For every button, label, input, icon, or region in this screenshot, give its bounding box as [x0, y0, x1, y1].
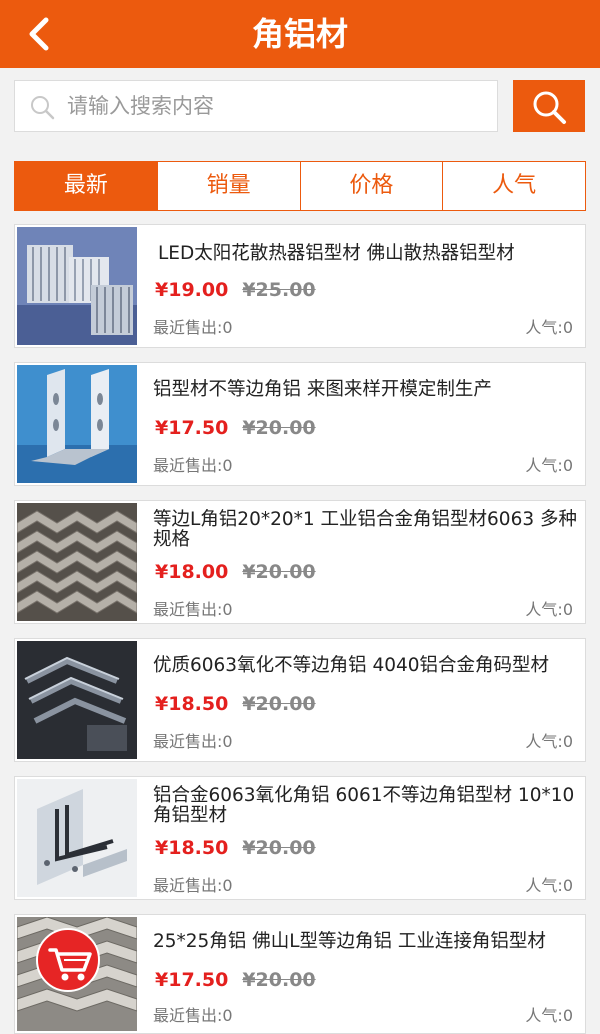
recent-sales: 最近售出:0 — [153, 456, 233, 475]
product-price: ¥18.50 — [155, 693, 229, 715]
product-image — [17, 779, 137, 897]
product-card[interactable]: LED太阳花散热器铝型材 佛山散热器铝型材 ¥19.00 ¥25.00 最近售出:… — [14, 224, 586, 348]
recent-sales: 最近售出:0 — [153, 1006, 233, 1025]
recent-sales: 最近售出:0 — [153, 318, 233, 337]
product-price: ¥17.50 — [155, 417, 229, 439]
popularity: 人气:0 — [525, 876, 573, 895]
product-name[interactable]: 25*25角铝 佛山L型等边角铝 工业连接角铝型材 — [153, 932, 577, 952]
tab-newest[interactable]: 最新 — [15, 162, 157, 210]
product-name[interactable]: 等边L角铝20*20*1 工业铝合金角铝型材6063 多种规格 — [153, 510, 577, 550]
sort-tabs: 最新 销量 价格 人气 — [14, 161, 586, 211]
product-price: ¥18.50 — [155, 837, 229, 859]
tab-sales[interactable]: 销量 — [156, 162, 300, 210]
original-price: ¥20.00 — [242, 837, 316, 859]
product-name[interactable]: 优质6063氧化不等边角铝 4040铝合金角码型材 — [153, 656, 577, 676]
floating-cart-button[interactable] — [36, 928, 100, 992]
tab-popularity[interactable]: 人气 — [442, 162, 585, 210]
product-card[interactable]: 优质6063氧化不等边角铝 4040铝合金角码型材 ¥18.50 ¥20.00 最… — [14, 638, 586, 762]
search-icon — [533, 91, 566, 124]
product-price: ¥18.00 — [155, 561, 229, 583]
header-bar: 角铝材 — [0, 0, 600, 68]
product-image — [17, 227, 137, 345]
product-image — [17, 365, 137, 483]
price-row: ¥18.50 ¥20.00 — [155, 837, 316, 859]
product-name[interactable]: LED太阳花散热器铝型材 佛山散热器铝型材 — [158, 244, 577, 264]
recent-sales: 最近售出:0 — [153, 732, 233, 751]
popularity: 人气:0 — [525, 456, 573, 475]
product-price: ¥19.00 — [155, 279, 229, 301]
price-row: ¥17.50 ¥20.00 — [155, 417, 316, 439]
price-row: ¥18.00 ¥20.00 — [155, 561, 316, 583]
tab-price[interactable]: 价格 — [299, 162, 443, 210]
product-image — [17, 503, 137, 621]
original-price: ¥25.00 — [242, 279, 316, 301]
cart-icon — [48, 948, 92, 981]
product-price: ¥17.50 — [155, 969, 229, 991]
page-title: 角铝材 — [251, 15, 348, 53]
original-price: ¥20.00 — [242, 969, 316, 991]
original-price: ¥20.00 — [242, 693, 316, 715]
product-card[interactable]: 等边L角铝20*20*1 工业铝合金角铝型材6063 多种规格 ¥18.00 ¥2… — [14, 500, 586, 624]
product-card[interactable]: 铝型材不等边角铝 来图来样开模定制生产 ¥17.50 ¥20.00 最近售出:0 … — [14, 362, 586, 486]
popularity: 人气:0 — [525, 732, 573, 751]
popularity: 人气:0 — [525, 600, 573, 619]
product-image — [17, 641, 137, 759]
original-price: ¥20.00 — [242, 561, 316, 583]
original-price: ¥20.00 — [242, 417, 316, 439]
price-row: ¥17.50 ¥20.00 — [155, 969, 316, 991]
search-button[interactable] — [513, 80, 585, 132]
search-input[interactable] — [67, 81, 487, 131]
popularity: 人气:0 — [525, 1006, 573, 1025]
search-area — [0, 68, 600, 146]
price-row: ¥18.50 ¥20.00 — [155, 693, 316, 715]
search-box[interactable] — [14, 80, 498, 132]
product-card[interactable]: 铝合金6063氧化角铝 6061不等边角铝型材 10*10角铝型材 ¥18.50… — [14, 776, 586, 900]
recent-sales: 最近售出:0 — [153, 876, 233, 895]
product-name[interactable]: 铝合金6063氧化角铝 6061不等边角铝型材 10*10角铝型材 — [153, 786, 577, 826]
search-icon — [31, 96, 55, 120]
popularity: 人气:0 — [525, 318, 573, 337]
product-name[interactable]: 铝型材不等边角铝 来图来样开模定制生产 — [153, 380, 577, 400]
price-row: ¥19.00 ¥25.00 — [155, 279, 316, 301]
recent-sales: 最近售出:0 — [153, 600, 233, 619]
